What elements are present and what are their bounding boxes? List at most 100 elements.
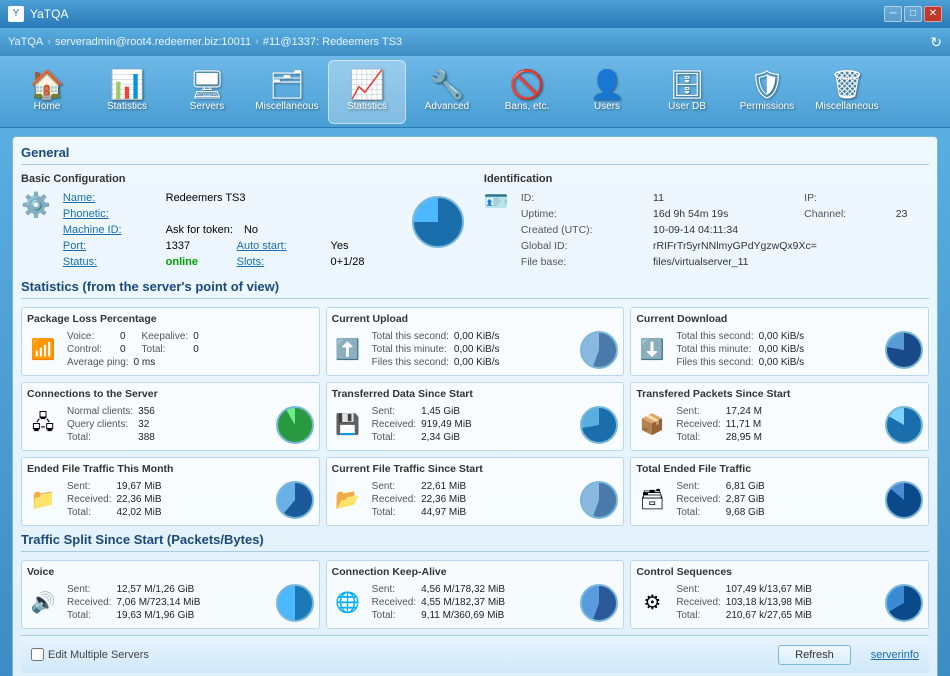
download-pie	[885, 331, 923, 369]
voice-icon: 🔊	[27, 587, 59, 619]
total-ended-file-data: Sent:6,81 GiB Received:2,87 GiB Total:9,…	[674, 479, 879, 520]
general-section: Basic Configuration ⚙️ Name: Redeemers T…	[21, 173, 929, 271]
config-settings-icon: ⚙️	[21, 191, 51, 220]
main-panel: General Basic Configuration ⚙️ Name: Red…	[12, 136, 938, 676]
total-ended-file-title: Total Ended File Traffic	[636, 463, 923, 475]
stats-row-2: Connections to the Server 🖧 Normal clien…	[21, 382, 929, 451]
file-base-label: File base:	[517, 255, 647, 269]
toolbar-misc-2[interactable]: 🗑 Miscellaneous	[808, 60, 886, 124]
bottom-bar: Edit Multiple Servers Refresh serverinfo	[21, 635, 929, 673]
toolbar-users[interactable]: 👤 Users	[568, 60, 646, 124]
connections-data: Normal clients:356 Query clients:32 Tota…	[65, 404, 270, 445]
total-pkg-value: 0	[193, 344, 202, 355]
keepalive-card: Connection Keep-Alive 🌐 Sent:4,56 M/178,…	[326, 560, 625, 629]
auto-start-label[interactable]: Auto start:	[237, 240, 287, 252]
ended-file-month-icon: 📁	[27, 484, 59, 516]
config-table: Name: Redeemers TS3 Phonetic: Machine ID…	[57, 189, 392, 271]
transferred-data-title: Transferred Data Since Start	[332, 388, 619, 400]
slots-label[interactable]: Slots:	[237, 256, 265, 268]
total-pkg-label: Total:	[134, 344, 192, 355]
minimize-button[interactable]: ─	[884, 6, 902, 22]
app-icon: Y	[8, 6, 24, 22]
basic-config: Basic Configuration ⚙️ Name: Redeemers T…	[21, 173, 392, 271]
port-label[interactable]: Port:	[63, 240, 86, 252]
addr-instance[interactable]: #11@1337: Redeemers TS3	[263, 36, 402, 48]
statistics-title: Statistics (from the server's point of v…	[21, 279, 929, 299]
name-label[interactable]: Name:	[63, 192, 95, 204]
connections-pie	[276, 406, 314, 444]
toolbar-servers[interactable]: 🖥 Servers	[168, 60, 246, 124]
statistics-icon-1: 📊	[110, 71, 145, 99]
created-label: Created (UTC):	[517, 223, 647, 237]
toolbar-advanced[interactable]: 🔧 Advanced	[408, 60, 486, 124]
permissions-icon: 🛡	[749, 71, 785, 99]
main-content: General Basic Configuration ⚙️ Name: Red…	[0, 128, 950, 676]
toolbar-userdb[interactable]: 🗄 User DB	[648, 60, 726, 124]
control-data: Sent:107,49 k/13,67 MiB Received:103,18 …	[674, 582, 879, 623]
traffic-split-title: Traffic Split Since Start (Packets/Bytes…	[21, 532, 929, 552]
voice-value: 0	[120, 331, 132, 342]
serverinfo-link[interactable]: serverinfo	[871, 649, 919, 661]
toolbar-permissions[interactable]: 🛡 Permissions	[728, 60, 806, 124]
id-table: ID: 11 IP: Uptime: 16d 9h 54m 19s Channe…	[515, 189, 929, 271]
refresh-button[interactable]: Refresh	[778, 645, 851, 665]
avg-ping-label: Average ping:	[67, 357, 132, 368]
port-value: 1337	[166, 240, 190, 252]
control-pkg-label: Control:	[67, 344, 118, 355]
identification-title: Identification	[484, 173, 929, 185]
toolbar-misc-1[interactable]: 🗂 Miscellaneous	[248, 60, 326, 124]
window-controls: ─ □ ✕	[884, 6, 942, 22]
identification: Identification 🪪 ID: 11 IP: Uptime: 16d …	[484, 173, 929, 271]
edit-multiple-label[interactable]: Edit Multiple Servers	[31, 648, 149, 661]
address-bar: YaTQA › serveradmin@root4.redeemer.biz:1…	[0, 28, 950, 56]
ended-file-month-pie	[276, 481, 314, 519]
status-value: online	[166, 256, 198, 268]
control-pie	[885, 584, 923, 622]
current-file-traffic-data: Sent:22,61 MiB Received:22,36 MiB Total:…	[370, 479, 575, 520]
status-label[interactable]: Status:	[63, 256, 97, 268]
channel-value: 23	[892, 207, 927, 221]
machine-id-label[interactable]: Machine ID:	[63, 224, 122, 236]
transferred-packets-title: Transfered Packets Since Start	[636, 388, 923, 400]
upload-icon: ⬆️	[332, 334, 364, 366]
phonetic-label[interactable]: Phonetic:	[63, 208, 109, 220]
voice-title: Voice	[27, 566, 314, 578]
close-button[interactable]: ✕	[924, 6, 942, 22]
addr-server[interactable]: serveradmin@root4.redeemer.biz:10011	[55, 36, 251, 48]
refresh-arrow-icon[interactable]: ↻	[930, 34, 942, 51]
traffic-split-grid: Voice 🔊 Sent:12,57 M/1,26 GiB Received:7…	[21, 560, 929, 629]
toolbar-bans-label: Bans, etc.	[505, 101, 549, 112]
toolbar-bans[interactable]: 🚫 Bans, etc.	[488, 60, 566, 124]
package-loss-icon: 📶	[27, 334, 59, 366]
toolbar-home[interactable]: 🏠 Home	[8, 60, 86, 124]
servers-icon: 🖥	[189, 71, 225, 99]
bans-icon: 🚫	[510, 71, 545, 99]
ip-label: IP:	[800, 191, 890, 205]
toolbar-permissions-label: Permissions	[740, 101, 794, 112]
toolbar-userdb-label: User DB	[668, 101, 706, 112]
transferred-packets-data: Sent:17,24 M Received:11,71 M Total:28,9…	[674, 404, 879, 445]
ask-token-label: Ask for token:	[166, 224, 233, 236]
current-file-traffic-icon: 📂	[332, 484, 364, 516]
connections-card: Connections to the Server 🖧 Normal clien…	[21, 382, 320, 451]
keepalive-title: Connection Keep-Alive	[332, 566, 619, 578]
ended-file-month-card: Ended File Traffic This Month 📁 Sent:19,…	[21, 457, 320, 526]
users-icon: 👤	[590, 71, 625, 99]
id-label: ID:	[517, 191, 647, 205]
basic-config-title: Basic Configuration	[21, 173, 392, 185]
control-pkg-value: 0	[120, 344, 132, 355]
toolbar-statistics-1[interactable]: 📊 Statistics	[88, 60, 166, 124]
toolbar-statistics-1-label: Statistics	[107, 101, 147, 112]
transferred-packets-pie	[885, 406, 923, 444]
toolbar-statistics-2[interactable]: 📈 Statistics	[328, 60, 406, 124]
keepalive-pie	[580, 584, 618, 622]
keepalive-icon: 🌐	[332, 587, 364, 619]
voice-card: Voice 🔊 Sent:12,57 M/1,26 GiB Received:7…	[21, 560, 320, 629]
file-base-value: files/virtualserver_11	[649, 255, 927, 269]
addr-yatqa[interactable]: YaTQA	[8, 36, 43, 48]
avg-ping-value: 0 ms	[134, 357, 202, 368]
connections-icon: 🖧	[27, 409, 59, 441]
voice-label: Voice:	[67, 331, 118, 342]
maximize-button[interactable]: □	[904, 6, 922, 22]
edit-multiple-checkbox[interactable]	[31, 648, 44, 661]
